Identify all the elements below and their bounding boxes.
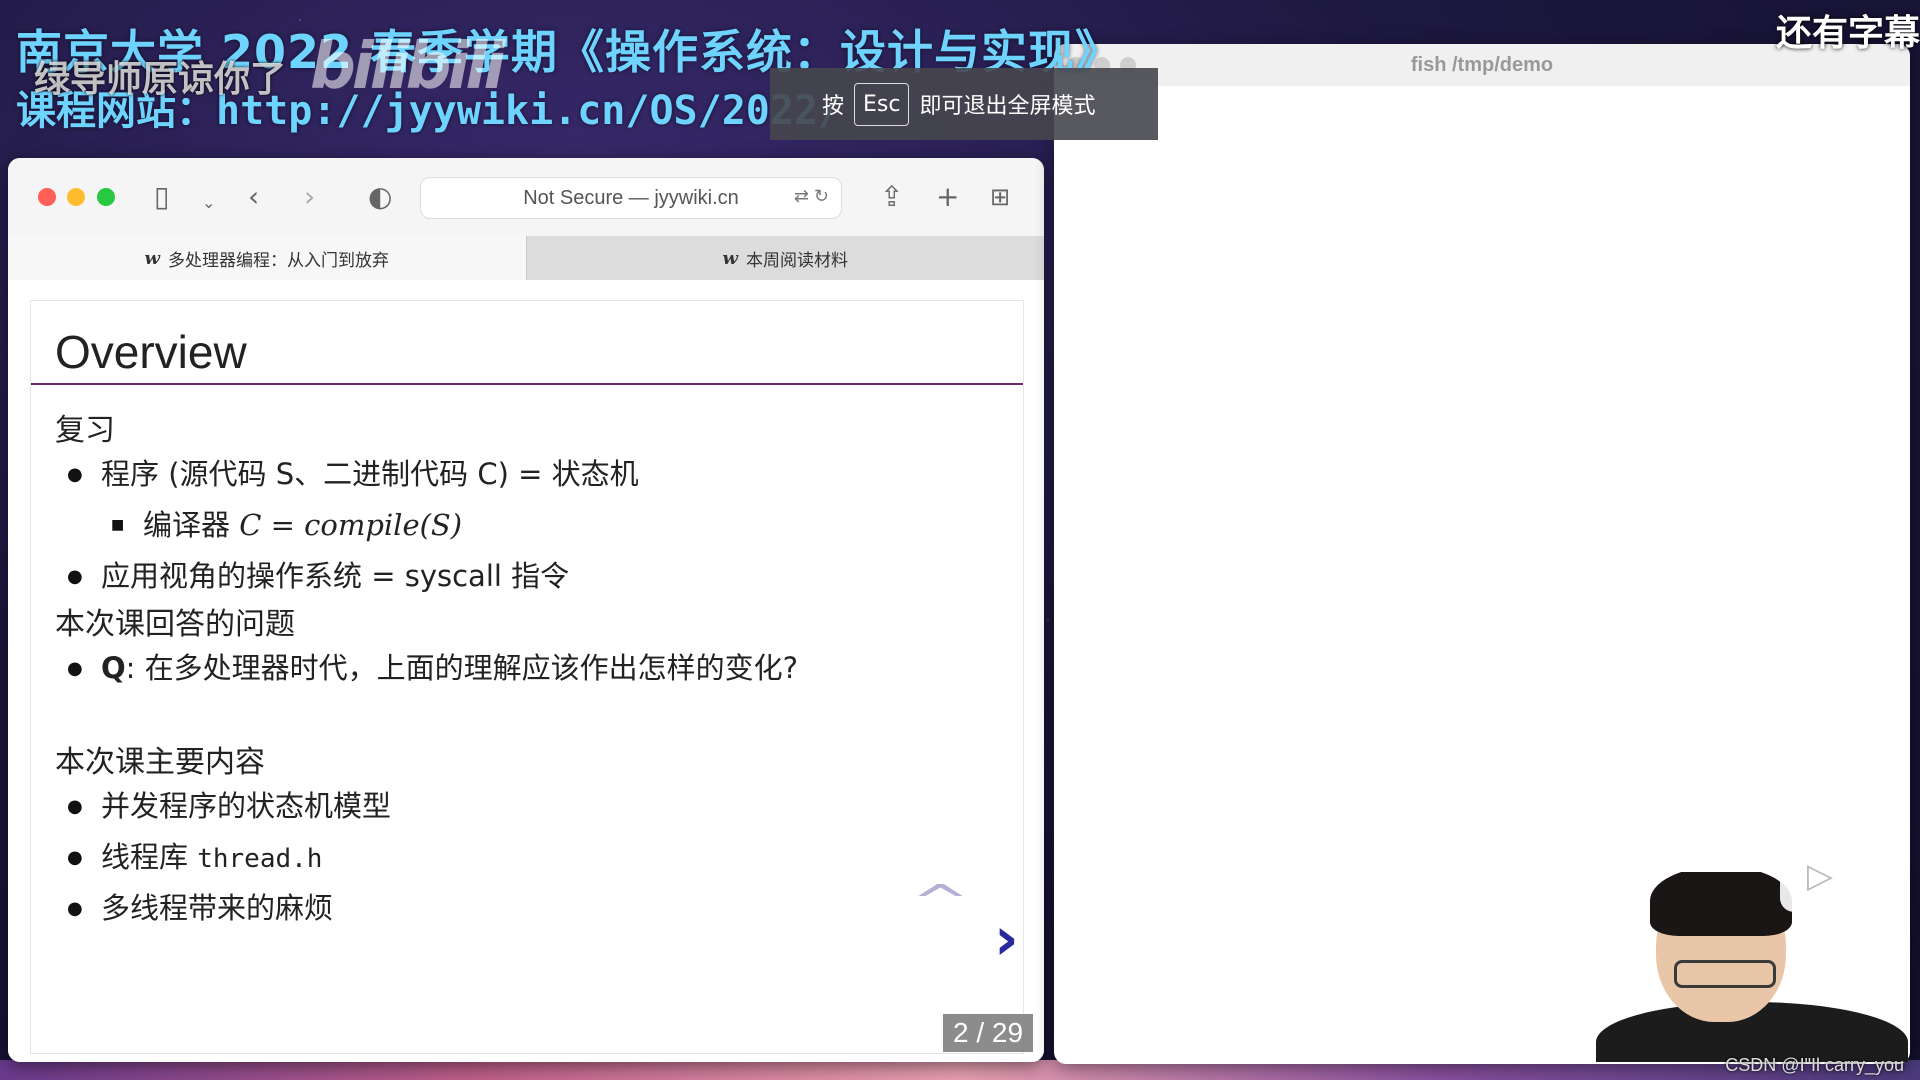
list-item: 应用视角的操作系统 = syscall 指令 (67, 551, 639, 602)
slide: Overview 复习 程序 (源代码 S、二进制代码 C) = 状态机 编译器… (30, 300, 1024, 1054)
wiki-icon: w (722, 247, 739, 269)
chevron-down-icon[interactable]: ⌄ (202, 186, 215, 220)
tab-label: 本周阅读材料 (746, 250, 848, 271)
question-label: Q (101, 651, 126, 685)
slide-up-icon[interactable]: ^ (911, 876, 970, 927)
danmaku-comment: 绿导师原谅你了 (34, 59, 287, 100)
tip-press: 按 (822, 94, 845, 119)
page-counter: 2 / 29 (943, 1014, 1033, 1052)
tip-message: 即可退出全屏模式 (919, 94, 1096, 119)
list-item-question: Q: 在多处理器时代，上面的理解应该作出怎样的变化? (67, 643, 798, 694)
bilibili-logo: bilibili (310, 30, 505, 104)
tab-overview-icon[interactable]: ⊞ (990, 180, 1010, 214)
section-review: 复习 (55, 413, 115, 448)
translate-reload-icons[interactable]: ⇄ ↻ (794, 186, 829, 207)
section-questions: 本次课回答的问题 (55, 607, 295, 642)
address-bar[interactable]: Not Secure — jyywiki.cn ⇄ ↻ (420, 177, 842, 219)
list-item: 并发程序的状态机模型 (67, 781, 391, 832)
list-item: 多线程带来的麻烦 (67, 883, 391, 934)
compile-formula: C = compile(S) (239, 508, 463, 542)
fullscreen-tooltip: 按 Esc 即可退出全屏模式 (770, 68, 1158, 140)
content-list: 并发程序的状态机模型 线程库 thread.h 多线程带来的麻烦 (67, 781, 391, 934)
top-right-subtitle: 还有字幕 (1775, 13, 1920, 54)
tab-label: 多处理器编程：从入门到放弃 (168, 250, 389, 271)
thread-h-code: thread.h (197, 844, 323, 874)
safari-window: ▯ ⌄ ‹ › ◐ Not Secure — jyywiki.cn ⇄ ↻ ⇪ … (8, 158, 1044, 1062)
wiki-icon: w (144, 247, 161, 269)
list-item-compile: 编译器 C = compile(S) (67, 500, 639, 551)
close-window-button[interactable] (38, 188, 56, 206)
tab-reading[interactable]: w 本周阅读材料 (525, 236, 1044, 280)
webcam-overlay (1596, 872, 1908, 1062)
terminal-title: fish /tmp/demo (1410, 53, 1554, 76)
presenter-hair (1650, 872, 1792, 936)
back-icon[interactable]: ‹ (248, 180, 259, 214)
tab-multiprocessor[interactable]: w 多处理器编程：从入门到放弃 (8, 236, 526, 280)
thread-lib-label: 线程库 (101, 840, 198, 874)
sidebar-icon[interactable]: ▯ (154, 180, 169, 214)
list-item-thread: 线程库 thread.h (67, 832, 391, 883)
play-icon[interactable]: ▷ (1780, 840, 1860, 912)
review-list: 程序 (源代码 S、二进制代码 C) = 状态机 编译器 C = compile… (67, 449, 639, 602)
browser-toolbar: ▯ ⌄ ‹ › ◐ Not Secure — jyywiki.cn ⇄ ↻ ⇪ … (8, 158, 1044, 236)
forward-icon[interactable]: › (304, 180, 315, 214)
question-text: : 在多处理器时代，上面的理解应该作出怎样的变化? (125, 651, 799, 685)
presenter-glasses (1674, 960, 1776, 988)
watermark: CSDN @I"Il carry_you (1725, 1055, 1904, 1075)
slide-next-icon[interactable]: › (994, 904, 1019, 974)
tab-bar: w 多处理器编程：从入门到放弃 w 本周阅读材料 (8, 236, 1044, 281)
shield-icon[interactable]: ◐ (368, 180, 392, 214)
question-list: Q: 在多处理器时代，上面的理解应该作出怎样的变化? (67, 643, 798, 694)
share-icon[interactable]: ⇪ (880, 180, 903, 214)
slide-title: Overview (31, 301, 1023, 385)
address-text: Not Secure — jyywiki.cn (523, 186, 739, 209)
list-item: 程序 (源代码 S、二进制代码 C) = 状态机 (67, 449, 639, 500)
esc-key: Esc (854, 82, 910, 126)
zoom-window-button[interactable] (97, 188, 115, 206)
new-tab-icon[interactable]: + (936, 180, 959, 214)
page-content: Overview 复习 程序 (源代码 S、二进制代码 C) = 状态机 编译器… (8, 280, 1044, 1062)
compile-label: 编译器 (143, 508, 240, 542)
section-content: 本次课主要内容 (55, 745, 265, 780)
minimize-window-button[interactable] (67, 188, 85, 206)
